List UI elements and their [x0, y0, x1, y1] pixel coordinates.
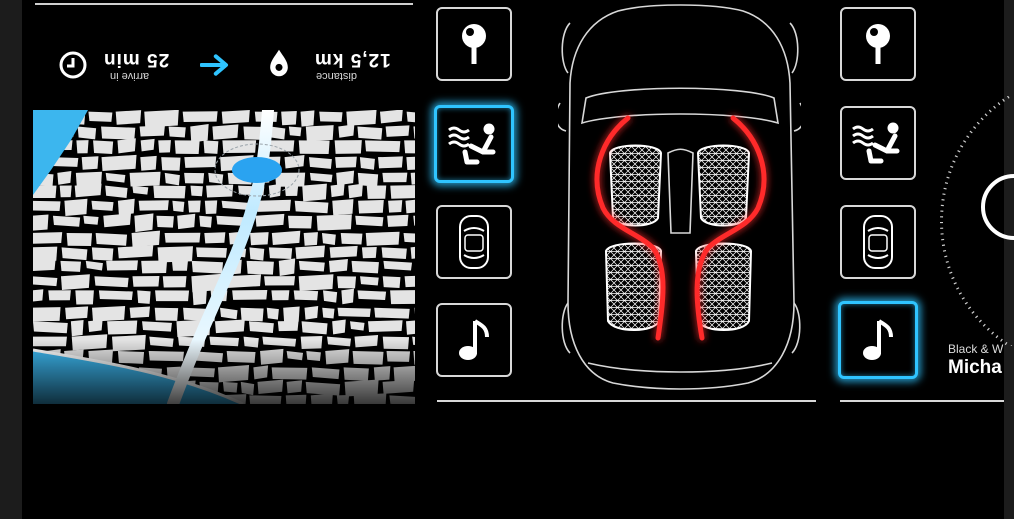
- dial-tick: [980, 117, 984, 121]
- car-seat-view[interactable]: [558, 3, 801, 390]
- dial-tick: [971, 311, 975, 314]
- trip-stats: 25 min arrive in 12,5 km distance: [58, 46, 408, 86]
- dial-tick: [973, 126, 977, 129]
- menu-navigation-button[interactable]: [436, 7, 512, 81]
- drop-location-icon: [270, 49, 288, 77]
- music-dial[interactable]: [930, 96, 1014, 346]
- navigation-map[interactable]: [33, 110, 415, 404]
- distance-value: 12,5 km: [314, 49, 391, 70]
- right-menu-music-button[interactable]: [838, 301, 918, 379]
- menu-climate-button[interactable]: [434, 105, 514, 183]
- seat-front-right: [696, 144, 751, 227]
- right-menu-vehicle-button[interactable]: [840, 205, 916, 279]
- dial-tick: [950, 165, 954, 168]
- dial-tick: [967, 306, 972, 310]
- music-note-icon: [863, 319, 893, 360]
- music-note-icon: [459, 319, 489, 360]
- dial-tick: [993, 105, 996, 109]
- seat-climate-icon: [448, 123, 496, 165]
- music-dial-ring: [940, 96, 1014, 346]
- seat-climate-icon: [852, 122, 900, 164]
- dial-tick: [997, 102, 1001, 106]
- car-top-icon: [459, 215, 489, 269]
- time-value: 25 min: [103, 49, 170, 70]
- dial-tick: [952, 160, 956, 163]
- center-panel-baseline: [437, 400, 816, 402]
- map-pin-icon: [462, 24, 486, 64]
- dial-tick: [1002, 98, 1005, 102]
- dial-tick: [943, 187, 947, 190]
- dial-tick: [982, 323, 986, 327]
- menu-music-button[interactable]: [436, 303, 512, 377]
- right-panel-baseline: [840, 400, 1004, 402]
- dial-tick: [953, 282, 957, 285]
- dial-tick: [944, 182, 949, 185]
- screen-bezel-left: [0, 0, 22, 519]
- dial-tick: [947, 266, 951, 269]
- music-title: Micha: [948, 357, 1002, 378]
- dial-tick: [957, 150, 961, 153]
- map-fade-overlay: [33, 110, 415, 404]
- seat-front-left: [608, 144, 663, 227]
- dial-tick: [991, 331, 995, 335]
- dial-tick: [951, 276, 955, 280]
- music-artist: Black & W: [948, 342, 1004, 356]
- dial-tick: [966, 135, 970, 139]
- dial-tick: [963, 140, 967, 143]
- dial-tick: [975, 315, 979, 319]
- menu-vehicle-button[interactable]: [436, 205, 512, 279]
- dial-tick: [948, 171, 952, 174]
- car-seats: [604, 144, 753, 331]
- right-menu-climate-button[interactable]: [840, 106, 916, 180]
- dial-tick: [942, 193, 946, 196]
- dial-tick: [988, 109, 992, 113]
- distance-label: distance: [316, 70, 357, 82]
- dial-tick: [961, 297, 965, 300]
- seat-rear-left: [604, 242, 663, 331]
- dial-tick: [956, 287, 960, 290]
- dial-tick: [995, 335, 999, 339]
- dial-tick: [969, 130, 973, 134]
- dial-tick: [984, 113, 988, 117]
- dial-tick: [1010, 345, 1013, 346]
- dial-tick: [954, 155, 958, 158]
- right-menu-navigation-button[interactable]: [840, 7, 916, 81]
- clock-icon: [59, 51, 87, 79]
- time-label: arrive in: [110, 70, 150, 82]
- dial-tick: [946, 176, 950, 179]
- map-canvas[interactable]: [33, 110, 415, 404]
- car-body-outline: [558, 4, 801, 390]
- dial-tick: [944, 255, 948, 258]
- dial-tick: [976, 121, 980, 125]
- nav-panel-top-divider: [35, 3, 413, 5]
- dial-tick: [1004, 341, 1008, 346]
- dial-tick: [978, 319, 982, 323]
- dial-tick: [960, 145, 964, 148]
- arrow-right-icon: [200, 54, 229, 76]
- dial-tick: [949, 271, 953, 274]
- dial-tick: [945, 260, 949, 263]
- dial-tick: [942, 249, 947, 252]
- dial-tick: [964, 301, 968, 305]
- dial-tick: [986, 327, 990, 331]
- dial-tick: [1006, 96, 1010, 99]
- car-top-icon: [863, 215, 893, 269]
- dial-tick: [958, 292, 962, 295]
- map-pin-icon: [866, 24, 890, 64]
